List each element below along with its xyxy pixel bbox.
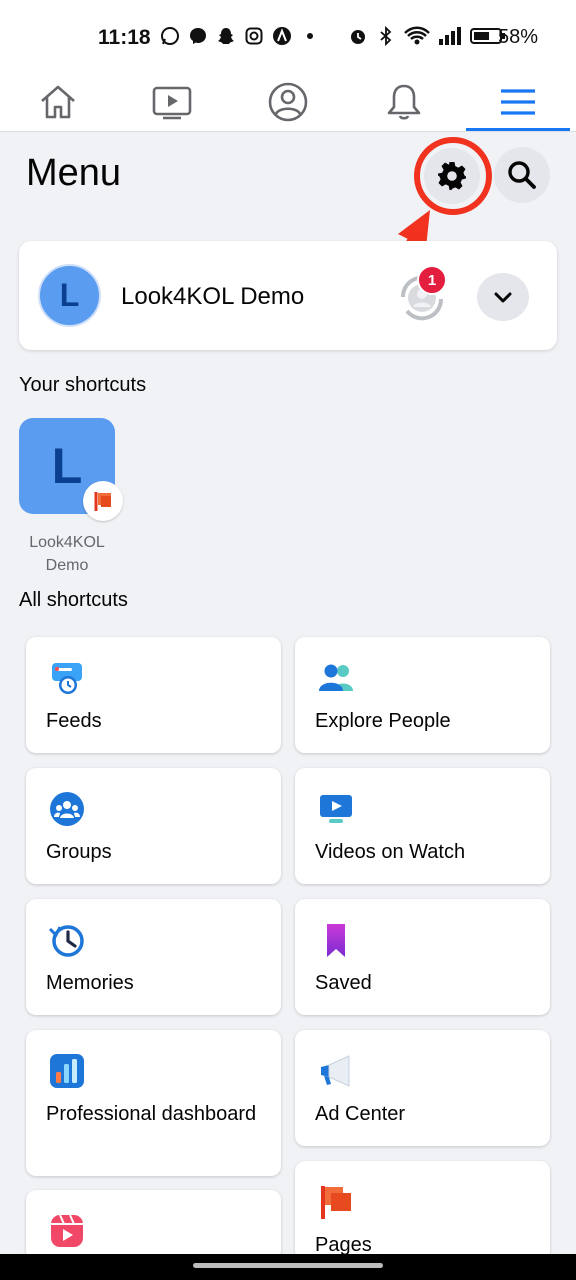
shortcut-professional-dashboard[interactable]: Professional dashboard bbox=[26, 1030, 281, 1176]
menu-icon bbox=[501, 89, 535, 115]
whatsapp-icon bbox=[161, 27, 179, 45]
shortcut-label: Memories bbox=[46, 972, 134, 994]
reels-icon bbox=[51, 1214, 83, 1247]
signal-icon bbox=[439, 27, 461, 45]
watch-icon bbox=[152, 86, 192, 120]
shortcut-label: Groups bbox=[46, 841, 112, 863]
shortcut-groups[interactable]: Groups bbox=[26, 768, 281, 884]
snapchat-icon bbox=[218, 28, 234, 44]
nav-watch[interactable] bbox=[122, 72, 222, 132]
active-tab-indicator bbox=[466, 128, 570, 131]
explore-people-icon bbox=[319, 664, 353, 691]
shortcut-explore-people[interactable]: Explore People bbox=[295, 637, 550, 753]
nav-home[interactable] bbox=[8, 72, 108, 132]
all-shortcuts-heading: All shortcuts bbox=[19, 589, 128, 611]
shortcut-memories[interactable]: Memories bbox=[26, 899, 281, 1015]
shortcut-pages[interactable]: Pages bbox=[295, 1161, 550, 1261]
alarm-icon bbox=[351, 30, 365, 44]
bluetooth-icon bbox=[380, 26, 392, 46]
messenger-icon bbox=[190, 28, 206, 44]
pages-icon bbox=[321, 1186, 351, 1219]
shortcut-label[interactable]: Look4KOL Demo bbox=[14, 531, 120, 577]
expand-accounts-button[interactable] bbox=[477, 273, 529, 321]
shortcut-label: Feeds bbox=[46, 710, 102, 732]
chevron-down-icon bbox=[494, 292, 512, 303]
home-indicator[interactable] bbox=[193, 1263, 383, 1268]
top-navbar bbox=[0, 72, 576, 132]
videos-icon bbox=[320, 795, 352, 823]
groups-icon bbox=[50, 792, 84, 826]
shortcut-label: Explore People bbox=[315, 710, 451, 732]
notifications-icon bbox=[387, 84, 421, 120]
dot-icon bbox=[307, 33, 313, 39]
system-icons bbox=[348, 26, 506, 46]
saved-icon bbox=[327, 924, 345, 957]
shortcut-saved[interactable]: Saved bbox=[295, 899, 550, 1015]
ad-center-icon bbox=[321, 1055, 350, 1087]
shortcut-label: Ad Center bbox=[315, 1103, 406, 1125]
shortcut-label: Saved bbox=[315, 972, 372, 994]
search-button[interactable] bbox=[494, 147, 550, 203]
page-flag-icon bbox=[94, 492, 111, 511]
shortcut-label: Videos on Watch bbox=[315, 841, 466, 863]
wifi-icon bbox=[404, 26, 430, 45]
profile-icon bbox=[268, 82, 308, 122]
nav-profile[interactable] bbox=[238, 72, 338, 132]
shortcut-ad-center[interactable]: Ad Center bbox=[295, 1030, 550, 1146]
battery-percent: 58% bbox=[498, 26, 539, 48]
feeds-icon bbox=[52, 663, 82, 694]
avatar[interactable]: L bbox=[38, 264, 101, 327]
shortcut-reels[interactable] bbox=[26, 1190, 281, 1260]
nav-notifications[interactable] bbox=[354, 72, 454, 132]
search-icon bbox=[508, 161, 536, 189]
notification-badge: 1 bbox=[417, 265, 447, 295]
status-time: 11:18 bbox=[98, 26, 151, 49]
page-title: Menu bbox=[26, 152, 122, 194]
dashboard-icon bbox=[50, 1054, 84, 1088]
shortcut-videos-on-watch[interactable]: Videos on Watch bbox=[295, 768, 550, 884]
status-bar: 11:18 58% bbox=[0, 0, 576, 72]
profile-card[interactable]: L Look4KOL Demo 1 bbox=[19, 241, 557, 350]
home-icon bbox=[41, 85, 75, 119]
page-badge bbox=[83, 481, 123, 521]
shortcut-feeds[interactable]: Feeds bbox=[26, 637, 281, 753]
your-shortcuts-heading: Your shortcuts bbox=[19, 374, 147, 396]
notification-icons bbox=[160, 26, 320, 46]
profile-name[interactable]: Look4KOL Demo bbox=[121, 283, 304, 311]
app-icon bbox=[273, 27, 291, 45]
instagram-icon bbox=[245, 27, 263, 45]
shortcut-label: Professional dashboard bbox=[46, 1103, 257, 1125]
nav-menu[interactable] bbox=[468, 72, 568, 132]
memories-icon bbox=[48, 925, 84, 957]
